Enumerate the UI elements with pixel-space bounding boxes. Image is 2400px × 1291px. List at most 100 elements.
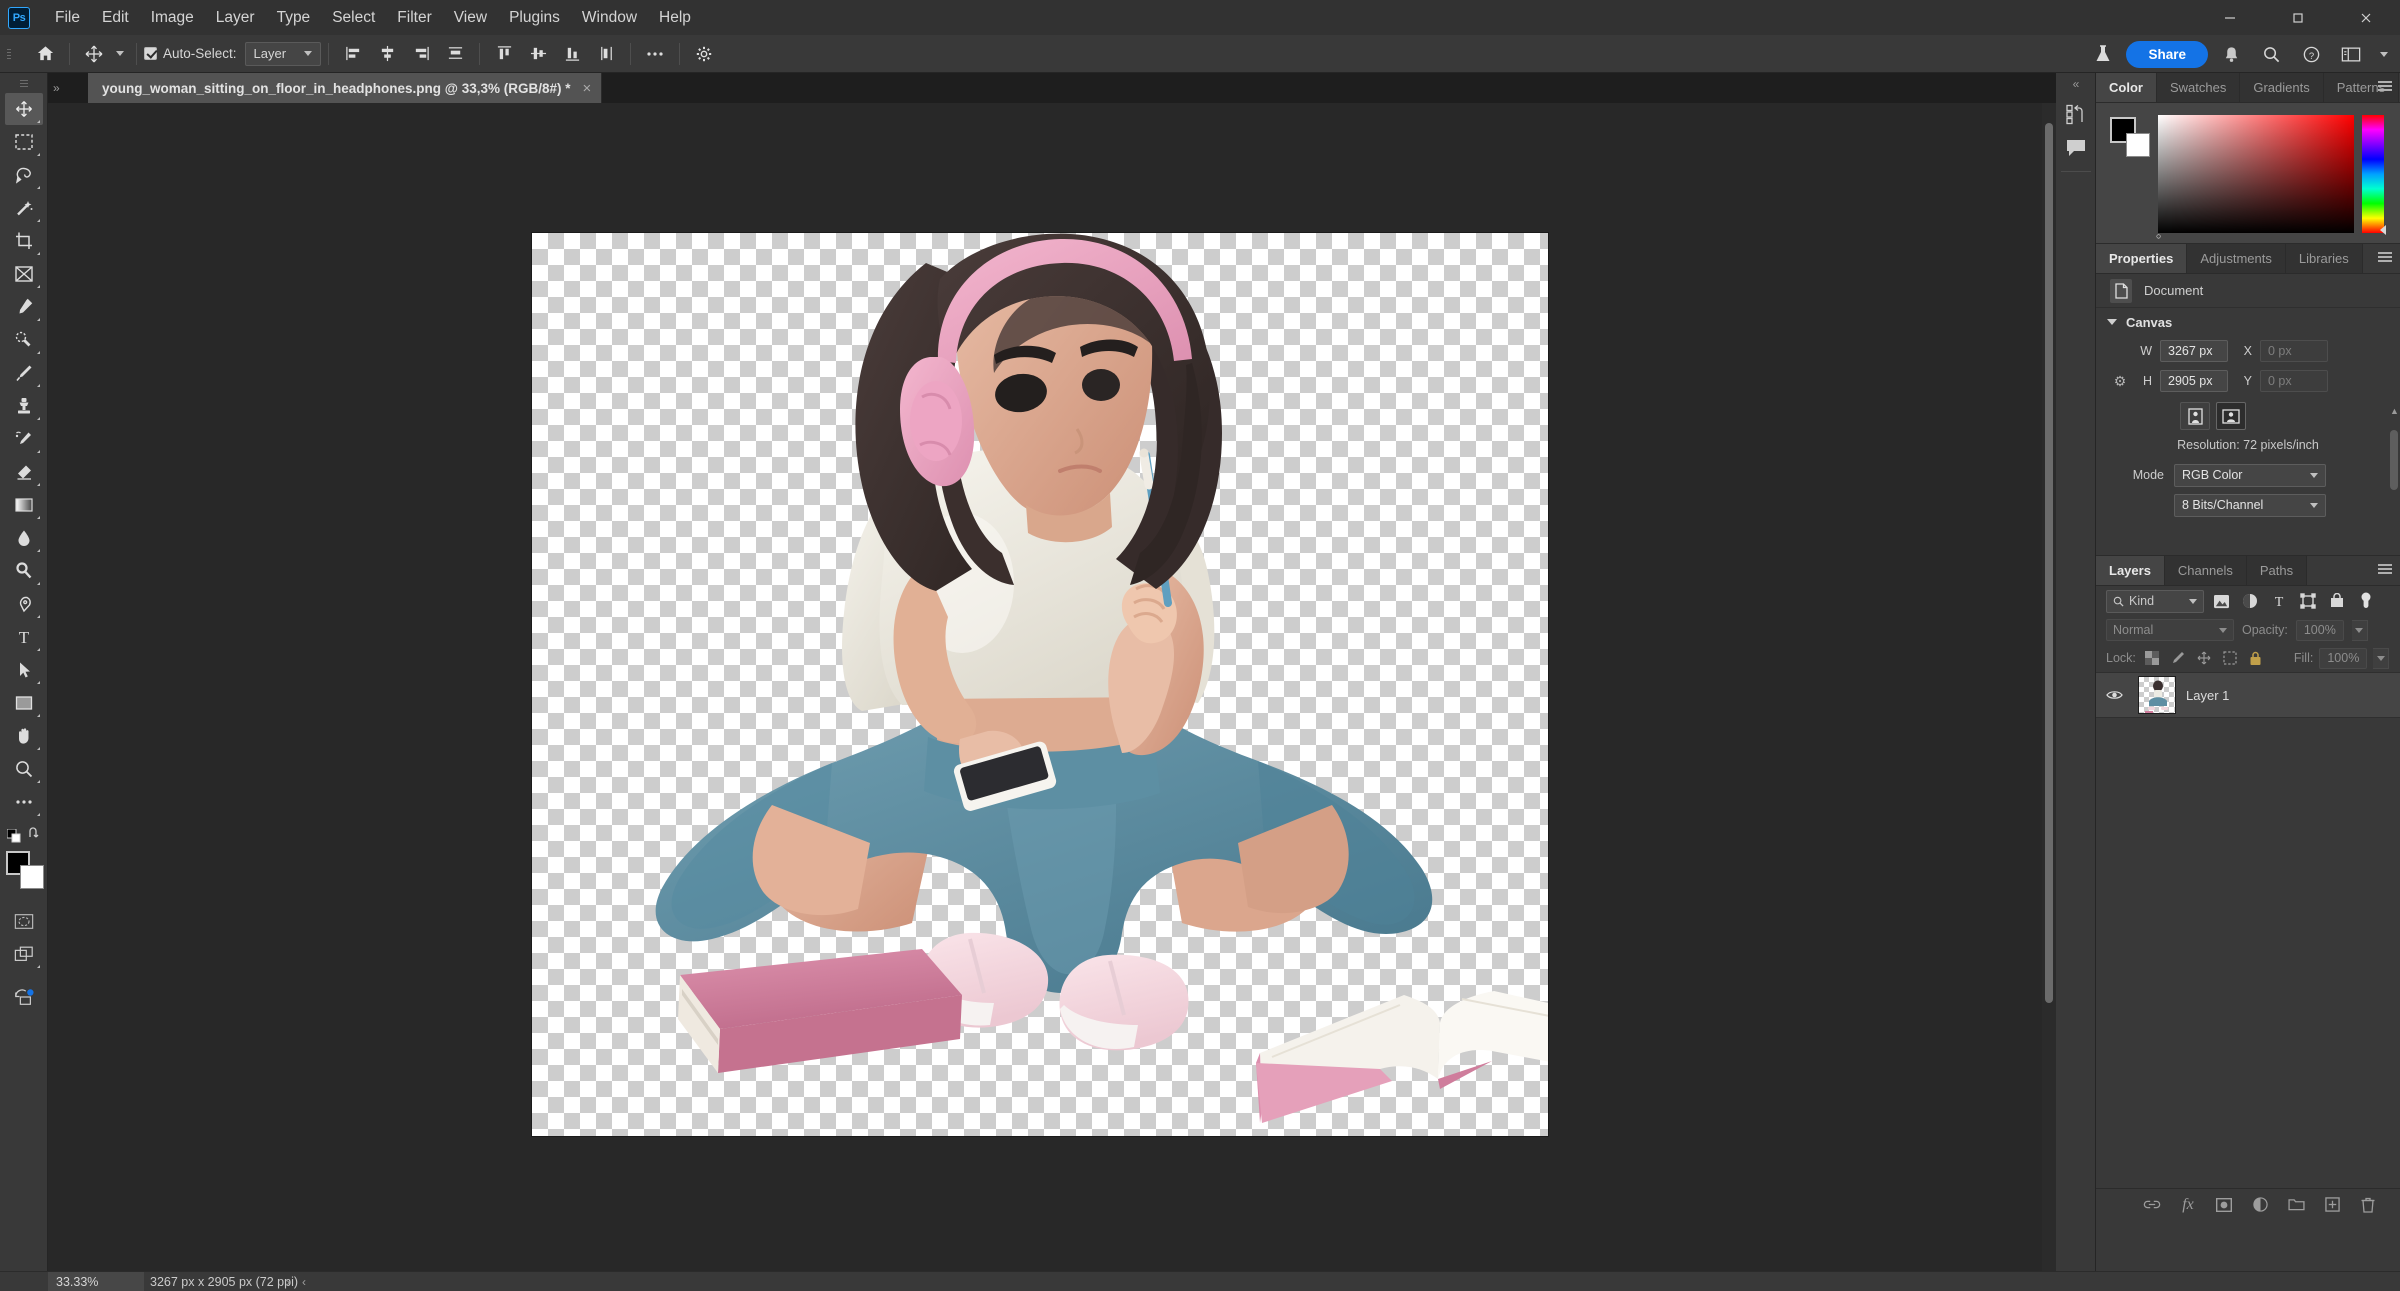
flask-icon[interactable]	[2086, 40, 2120, 68]
swap-colors-icon[interactable]	[27, 827, 41, 841]
align-right-edges-icon[interactable]	[404, 40, 438, 68]
toolbar-grip[interactable]	[18, 77, 30, 89]
help-icon[interactable]: ?	[2294, 40, 2328, 68]
menu-item-type[interactable]: Type	[266, 5, 322, 31]
filter-type-icon[interactable]: T	[2267, 589, 2291, 613]
tab-libraries[interactable]: Libraries	[2285, 244, 2363, 273]
color-panel-body[interactable]: ○	[2096, 103, 2400, 243]
quick-mask-mode-button[interactable]	[5, 905, 43, 937]
color-panel-background-swatch[interactable]	[2126, 133, 2150, 157]
tabstrip-collapse-icon[interactable]: »	[53, 81, 60, 95]
align-top-edges-icon[interactable]	[487, 40, 521, 68]
link-dimensions-icon[interactable]: ⚙	[2112, 373, 2128, 390]
lasso-tool[interactable]	[5, 159, 43, 191]
tab-adjustments[interactable]: Adjustments	[2187, 244, 2286, 273]
home-icon[interactable]	[28, 40, 62, 68]
chevron-up-icon[interactable]: ▲	[2390, 406, 2399, 416]
layer-list-item[interactable]: Layer 1	[2096, 672, 2400, 718]
opacity-stepper[interactable]	[2351, 619, 2368, 641]
bit-depth-select[interactable]: 8 Bits/Channel	[2174, 493, 2326, 517]
lock-transparent-pixels-icon[interactable]	[2142, 648, 2162, 668]
document-canvas[interactable]	[532, 233, 1548, 1136]
color-mode-select[interactable]: RGB Color	[2174, 463, 2326, 487]
history-icon[interactable]	[2060, 99, 2092, 129]
eraser-tool[interactable]	[5, 456, 43, 488]
color-swatches[interactable]	[5, 851, 44, 891]
background-color-swatch[interactable]	[19, 865, 44, 889]
search-icon[interactable]	[2254, 40, 2288, 68]
close-button[interactable]	[2332, 0, 2400, 35]
width-field[interactable]: 3267 px	[2160, 340, 2228, 362]
menu-item-view[interactable]: View	[443, 5, 498, 31]
eye-icon[interactable]	[2106, 689, 2128, 701]
color-picker-field[interactable]	[2158, 115, 2354, 233]
bell-icon[interactable]	[2214, 40, 2248, 68]
dock-collapse-icon[interactable]: «	[2056, 73, 2096, 95]
lock-all-icon[interactable]	[2246, 648, 2266, 668]
spot-healing-brush-tool[interactable]	[5, 324, 43, 356]
landscape-orientation-icon[interactable]	[2216, 402, 2246, 430]
close-icon[interactable]: ×	[582, 81, 591, 96]
auto-select-checkbox[interactable]	[144, 47, 157, 60]
document-tab[interactable]: young_woman_sitting_on_floor_in_headphon…	[88, 73, 603, 103]
color-panel-swatches[interactable]	[2110, 117, 2150, 157]
align-vertical-centers-icon[interactable]	[521, 40, 555, 68]
eyedropper-tool[interactable]	[5, 291, 43, 323]
menu-item-edit[interactable]: Edit	[91, 5, 140, 31]
height-field[interactable]: 2905 px	[2160, 370, 2228, 392]
crop-tool[interactable]	[5, 225, 43, 257]
menu-item-file[interactable]: File	[44, 5, 91, 31]
more-options-button[interactable]	[638, 40, 672, 68]
tab-swatches[interactable]: Swatches	[2156, 73, 2241, 102]
move-tool[interactable]	[4, 93, 43, 125]
options-bar-grip[interactable]	[4, 35, 14, 73]
hue-slider[interactable]	[2362, 115, 2384, 233]
brush-tool[interactable]	[5, 357, 43, 389]
tab-color[interactable]: Color	[2096, 73, 2157, 102]
move-tool-icon[interactable]	[77, 40, 111, 68]
menu-item-filter[interactable]: Filter	[386, 5, 442, 31]
properties-scroll-thumb[interactable]	[2390, 430, 2398, 490]
filter-shape-icon[interactable]	[2296, 589, 2320, 613]
canvas-vertical-scrollbar[interactable]	[2042, 103, 2056, 1271]
clone-stamp-tool[interactable]	[5, 390, 43, 422]
workspace-icon[interactable]	[2334, 40, 2368, 68]
gear-icon[interactable]	[687, 40, 721, 68]
share-button[interactable]: Share	[2126, 40, 2208, 68]
panel-menu-icon[interactable]	[2378, 81, 2392, 91]
zoom-level-field[interactable]: 33.33%	[48, 1272, 144, 1291]
filter-toggle-icon[interactable]	[2354, 589, 2378, 613]
auto-select-control[interactable]: Auto-Select:	[144, 46, 245, 61]
opacity-field[interactable]: 100%	[2295, 619, 2344, 641]
tab-layers[interactable]: Layers	[2096, 556, 2165, 585]
blur-tool[interactable]	[5, 522, 43, 554]
blend-mode-select[interactable]: Normal	[2106, 619, 2234, 641]
tab-properties[interactable]: Properties	[2096, 244, 2188, 273]
delete-layer-icon[interactable]	[2358, 1195, 2378, 1215]
frame-tool[interactable]	[5, 258, 43, 290]
align-left-edges-icon[interactable]	[336, 40, 370, 68]
menu-item-plugins[interactable]: Plugins	[498, 5, 571, 31]
new-layer-icon[interactable]	[2322, 1195, 2342, 1215]
y-field[interactable]: 0 px	[2260, 370, 2328, 392]
workspace-dropdown[interactable]	[2374, 40, 2394, 68]
new-group-icon[interactable]	[2286, 1195, 2306, 1215]
share-image-button[interactable]	[5, 981, 43, 1013]
layer-filter-kind-select[interactable]: Kind	[2106, 589, 2204, 613]
minimize-button[interactable]	[2196, 0, 2264, 35]
menu-item-image[interactable]: Image	[140, 5, 205, 31]
menu-item-layer[interactable]: Layer	[205, 5, 266, 31]
rectangle-tool[interactable]	[5, 687, 43, 719]
screen-mode-button[interactable]	[5, 938, 43, 970]
filter-smart-object-icon[interactable]	[2325, 589, 2349, 613]
lock-artboard-nesting-icon[interactable]	[2220, 648, 2240, 668]
layer-style-fx-icon[interactable]: fx	[2178, 1195, 2198, 1215]
default-colors-icon[interactable]	[6, 829, 21, 843]
pen-tool[interactable]	[5, 588, 43, 620]
path-selection-tool[interactable]	[5, 654, 43, 686]
panel-menu-icon[interactable]	[2378, 252, 2392, 262]
align-bottom-edges-icon[interactable]	[555, 40, 589, 68]
canvas-section-header[interactable]: Canvas	[2096, 308, 2400, 336]
type-tool[interactable]: T	[5, 621, 43, 653]
comments-icon[interactable]	[2060, 133, 2092, 163]
